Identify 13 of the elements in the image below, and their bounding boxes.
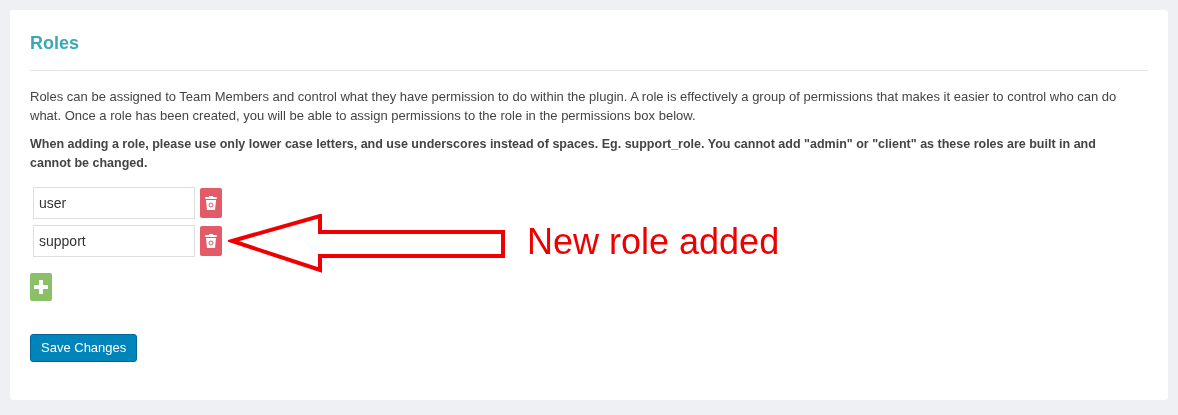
add-role-button[interactable] (30, 273, 52, 301)
section-title: Roles (30, 32, 80, 54)
description-text: Roles can be assigned to Team Members and control what they have permission to do within the plugin. A role is effectively a group of permissions that makes it easier to control who can do what. Once a role has been created, you will be able to assign permissions to the role in the permissions box below. (30, 88, 1118, 125)
plus-icon (34, 280, 48, 294)
annotation-text: New role added (527, 222, 780, 262)
save-changes-button[interactable]: Save Changes (30, 334, 138, 362)
trash-icon (205, 234, 217, 248)
role-input-field[interactable]: support (33, 225, 195, 257)
trash-icon (205, 196, 217, 210)
role-input-field[interactable]: user (33, 187, 195, 219)
delete-role-button[interactable] (200, 226, 222, 256)
instructions-text: When adding a role, please use only lower case letters, and use underscores instead of spaces. Eg. support_role. You cannot add "admin" or "client" as these roles are built in and cannot be changed. (30, 136, 1097, 172)
delete-role-button[interactable] (200, 188, 222, 218)
